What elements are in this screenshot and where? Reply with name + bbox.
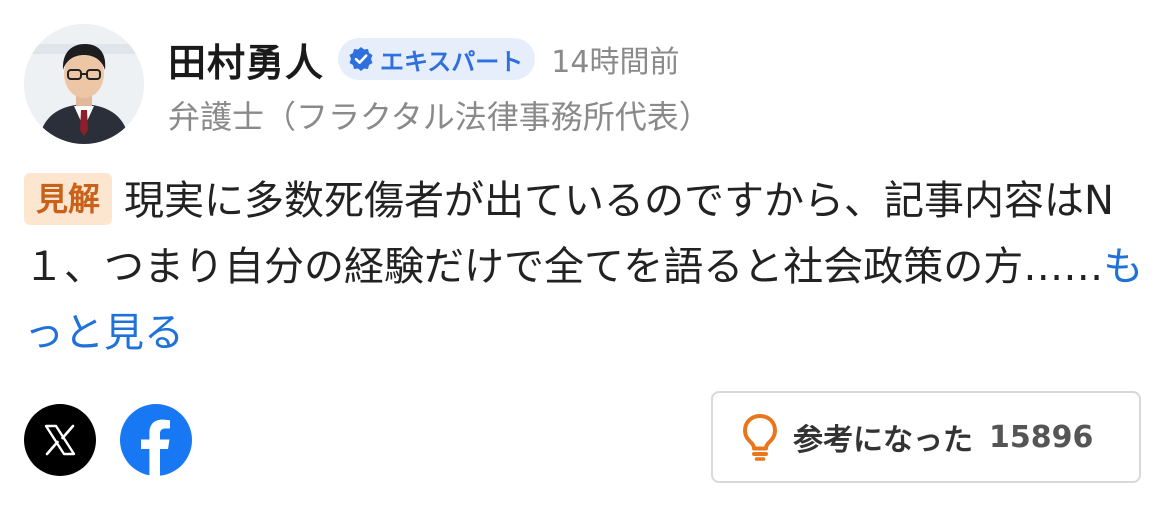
avatar-photo-icon — [24, 24, 144, 144]
post-timestamp: 14時間前 — [551, 45, 680, 80]
lightbulb-icon — [743, 414, 777, 461]
comment-body: 見解 現実に多数死傷者が出ているのですから、記事内容はN１、つまり自分の経験だけで… — [24, 168, 1144, 366]
expert-badge: エキスパート — [338, 38, 536, 80]
expert-comment-card: 田村勇人 エキスパート 14時間前 弁護士（フラクタル法律事務所代表） 見解 現実… — [0, 0, 1170, 509]
author-header: 田村勇人 エキスパート 14時間前 — [168, 30, 679, 88]
author-name[interactable]: 田村勇人 — [168, 32, 324, 87]
share-x-button[interactable] — [24, 404, 96, 476]
verified-check-icon — [349, 47, 373, 71]
x-logo-icon — [44, 424, 76, 456]
helpful-count: 15896 — [989, 419, 1094, 455]
author-title: 弁護士（フラクタル法律事務所代表） — [168, 98, 711, 136]
comment-text: 現実に多数死傷者が出ているのですから、記事内容はN１、つまり自分の経験だけで全て… — [24, 178, 1114, 290]
expert-badge-label: エキスパート — [380, 47, 524, 76]
share-facebook-button[interactable] — [120, 404, 192, 476]
opinion-tag: 見解 — [24, 173, 113, 225]
helpful-button[interactable]: 参考になった 15896 — [711, 391, 1141, 483]
helpful-label: 参考になった — [793, 423, 973, 458]
facebook-logo-icon — [120, 404, 192, 476]
author-avatar[interactable] — [24, 24, 144, 144]
